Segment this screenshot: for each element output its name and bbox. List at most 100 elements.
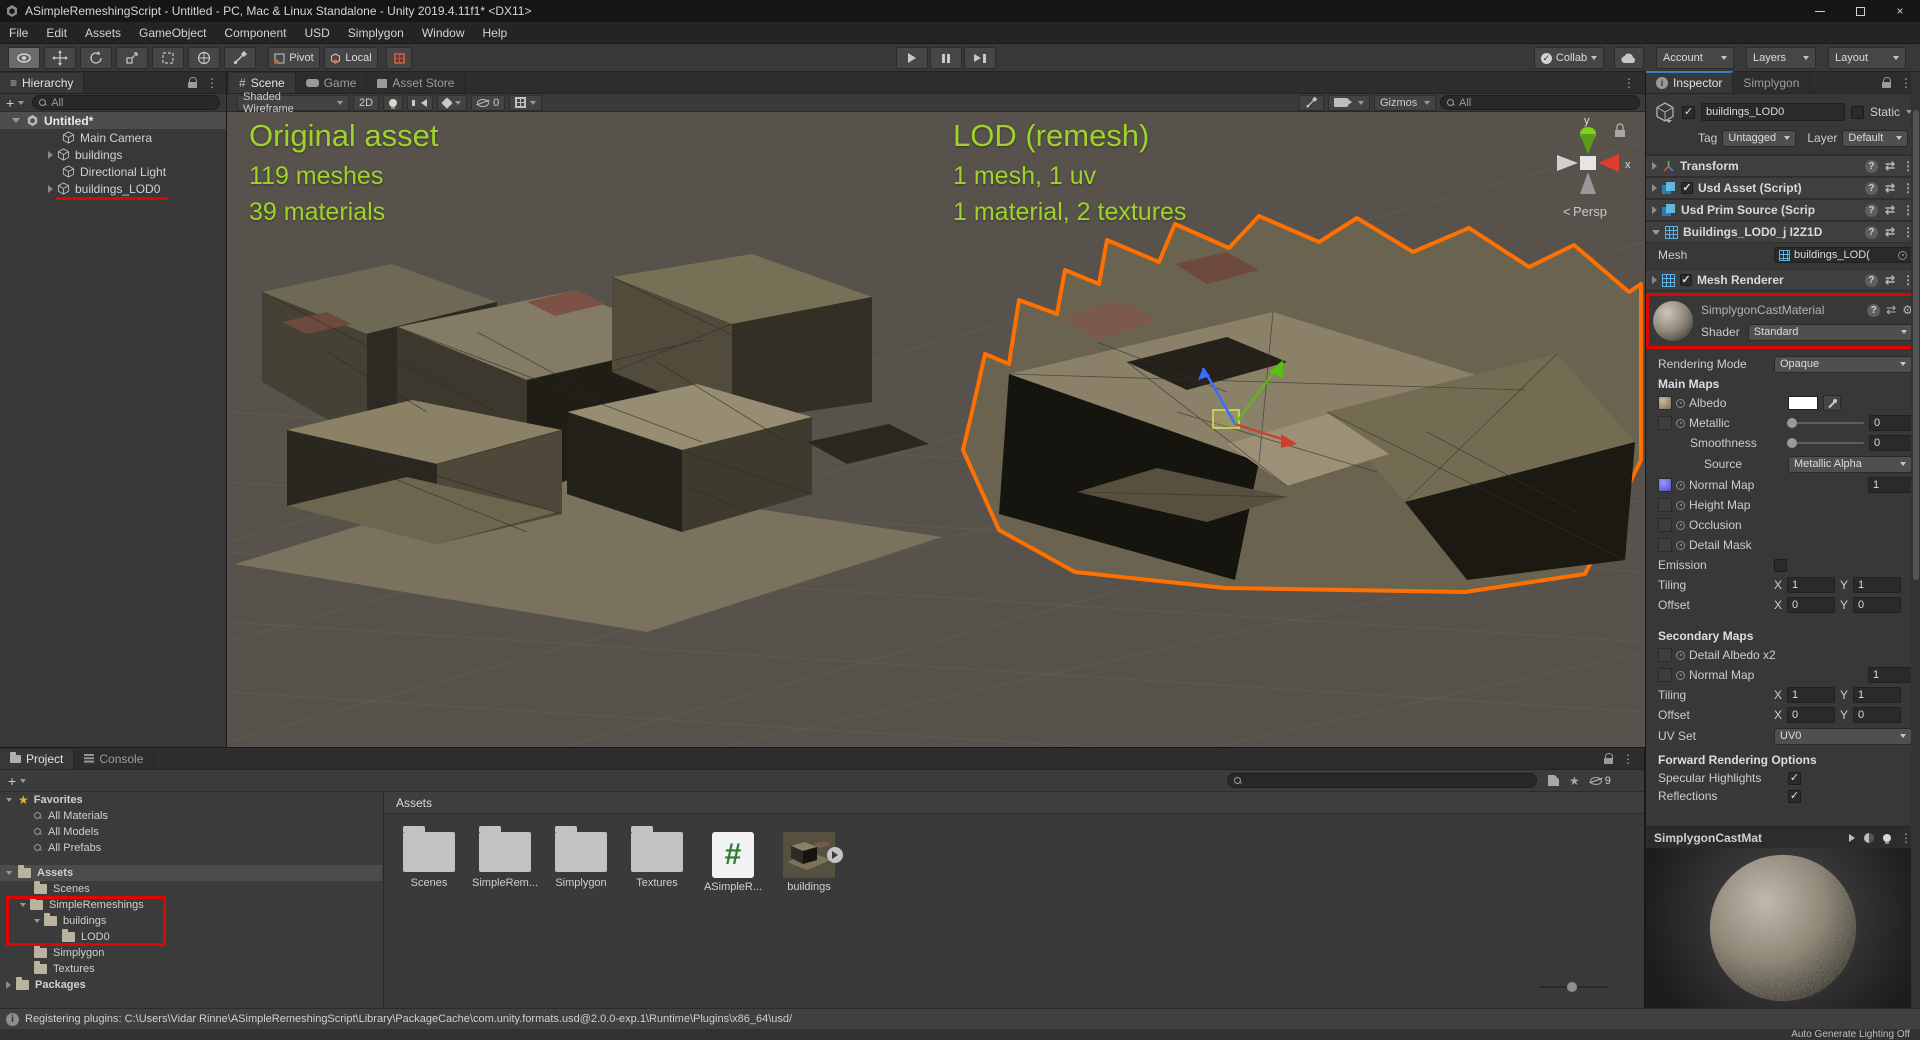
create-dropdown-icon[interactable] (18, 101, 24, 105)
foldout-icon[interactable] (48, 151, 53, 159)
height-map-thumb[interactable] (1658, 498, 1672, 512)
maximize-button[interactable] (1840, 0, 1880, 22)
scene-effects-dropdown[interactable] (437, 95, 467, 111)
menu-file[interactable]: File (0, 22, 37, 43)
secondary-tiling-x-field[interactable]: 1 (1787, 687, 1835, 703)
metallic-texture-thumb[interactable] (1658, 416, 1672, 430)
tab-asset-store[interactable]: Asset Store (367, 73, 465, 93)
create-dropdown-icon[interactable] (20, 779, 26, 783)
texture-picker-icon[interactable] (1676, 541, 1685, 550)
menu-component[interactable]: Component (215, 22, 295, 43)
tree-simplygon[interactable]: Simplygon (0, 945, 382, 961)
scene-model-original[interactable] (235, 254, 942, 632)
albedo-color-swatch[interactable] (1788, 396, 1818, 410)
foldout-icon[interactable] (6, 871, 12, 875)
inspector-scrollbar[interactable] (1911, 72, 1920, 1008)
foldout-icon[interactable] (1652, 276, 1657, 284)
help-icon[interactable]: ? (1867, 304, 1880, 317)
offset-y-field[interactable]: 0 (1853, 597, 1901, 613)
hierarchy-search-input[interactable]: All (32, 95, 220, 110)
move-tool-button[interactable] (44, 47, 76, 69)
play-button[interactable] (896, 47, 928, 69)
menu-help[interactable]: Help (474, 22, 517, 43)
texture-picker-icon[interactable] (1676, 521, 1685, 530)
search-by-type-icon[interactable] (1548, 775, 1559, 786)
scene-audio-button[interactable] (407, 95, 433, 111)
foldout-icon[interactable] (20, 903, 26, 907)
shader-dropdown[interactable]: Standard (1748, 324, 1913, 341)
lock-icon[interactable] (188, 77, 198, 88)
menu-usd[interactable]: USD (295, 22, 338, 43)
view-tool-button[interactable] (8, 47, 40, 69)
shading-mode-dropdown[interactable]: Shaded Wireframe (237, 95, 349, 111)
smoothness-slider[interactable] (1788, 442, 1864, 444)
favorite-search-icon[interactable]: ★ (1569, 775, 1580, 787)
hidden-objects-button[interactable]: 0 (471, 95, 505, 111)
normal-map-thumb[interactable] (1658, 478, 1672, 492)
tiling-x-field[interactable]: 1 (1787, 577, 1835, 593)
texture-picker-icon[interactable] (1676, 671, 1685, 680)
layout-dropdown[interactable]: Layout (1828, 47, 1906, 69)
asset-item-textures[interactable]: Textures (624, 832, 690, 889)
grid-snap-button[interactable] (386, 47, 412, 69)
texture-picker-icon[interactable] (1676, 419, 1685, 428)
detail-albedo-thumb[interactable] (1658, 648, 1672, 662)
hierarchy-item-buildings-lod0[interactable]: buildings_LOD0 (0, 180, 226, 197)
texture-picker-icon[interactable] (1676, 399, 1685, 408)
asset-item-script[interactable]: # ASimpleR... (700, 832, 766, 893)
tiling-y-field[interactable]: 1 (1853, 577, 1901, 593)
secondary-offset-x-field[interactable]: 0 (1787, 707, 1835, 723)
asset-item-simplygon[interactable]: Simplygon (548, 832, 614, 889)
component-usd-prim-source[interactable]: Usd Prim Source (Scrip ?⇄⋮ (1646, 199, 1920, 221)
auto-generate-lighting-label[interactable]: Auto Generate Lighting Off (1791, 1029, 1910, 1040)
scene-model-lod-selected[interactable] (963, 216, 1641, 592)
static-checkbox[interactable] (1851, 106, 1864, 119)
tree-assets-root[interactable]: Assets (0, 865, 382, 881)
tree-favorites[interactable]: ★ Favorites (0, 792, 382, 808)
presets-icon[interactable]: ⇄ (1885, 182, 1895, 194)
custom-tool-button[interactable] (224, 47, 256, 69)
texture-picker-icon[interactable] (1676, 481, 1685, 490)
tab-hierarchy[interactable]: ≡Hierarchy (0, 73, 84, 93)
component-usd-asset[interactable]: ✓ Usd Asset (Script) ?⇄⋮ (1646, 177, 1920, 199)
material-preview-header[interactable]: SimplygonCastMat ⋮ (1646, 826, 1920, 848)
account-dropdown[interactable]: Account (1656, 47, 1734, 69)
menu-edit[interactable]: Edit (37, 22, 76, 43)
project-search-input[interactable] (1227, 773, 1537, 788)
secondary-normal-value-field[interactable]: 1 (1868, 667, 1912, 683)
toggle-2d-button[interactable]: 2D (353, 95, 379, 111)
presets-icon[interactable]: ⇄ (1885, 204, 1895, 216)
scale-tool-button[interactable] (116, 47, 148, 69)
close-button[interactable]: × (1880, 0, 1920, 22)
tab-simplygon[interactable]: Simplygon (1733, 73, 1810, 93)
detail-mask-thumb[interactable] (1658, 538, 1672, 552)
rendering-mode-dropdown[interactable]: Opaque (1774, 356, 1912, 373)
tree-textures[interactable]: Textures (0, 961, 382, 977)
presets-icon[interactable]: ⇄ (1885, 226, 1895, 238)
menu-simplygon[interactable]: Simplygon (339, 22, 413, 43)
component-transform[interactable]: Transform ?⇄⋮ (1646, 155, 1920, 177)
thumbnail-zoom-slider[interactable] (1539, 986, 1609, 988)
eyedropper-icon[interactable] (1823, 395, 1841, 411)
persp-label[interactable]: Persp (1573, 204, 1607, 219)
pivot-toggle-button[interactable]: Pivot (268, 47, 320, 69)
uv-set-dropdown[interactable]: UV0 (1774, 728, 1912, 745)
foldout-icon[interactable] (1652, 206, 1657, 214)
texture-picker-icon[interactable] (1676, 501, 1685, 510)
foldout-icon[interactable] (6, 981, 11, 989)
help-icon[interactable]: ? (1865, 226, 1878, 239)
help-icon[interactable]: ? (1865, 274, 1878, 287)
object-name-field[interactable]: buildings_LOD0 (1701, 103, 1845, 121)
create-button[interactable]: + (8, 773, 16, 789)
albedo-texture-thumb[interactable] (1658, 396, 1672, 410)
tab-console[interactable]: Console (74, 749, 154, 769)
tree-lod0[interactable]: LOD0 (0, 929, 382, 945)
status-bar[interactable]: i Registering plugins: C:\Users\Vidar Ri… (0, 1008, 1920, 1029)
smoothness-value-field[interactable]: 0 (1869, 435, 1913, 451)
tree-simpleremeshings[interactable]: SimpleRemeshings (0, 897, 382, 913)
help-icon[interactable]: ? (1865, 160, 1878, 173)
help-icon[interactable]: ? (1865, 182, 1878, 195)
scene-camera-dropdown[interactable] (1328, 95, 1370, 111)
enabled-checkbox[interactable]: ✓ (1681, 182, 1693, 194)
secondary-offset-y-field[interactable]: 0 (1853, 707, 1901, 723)
